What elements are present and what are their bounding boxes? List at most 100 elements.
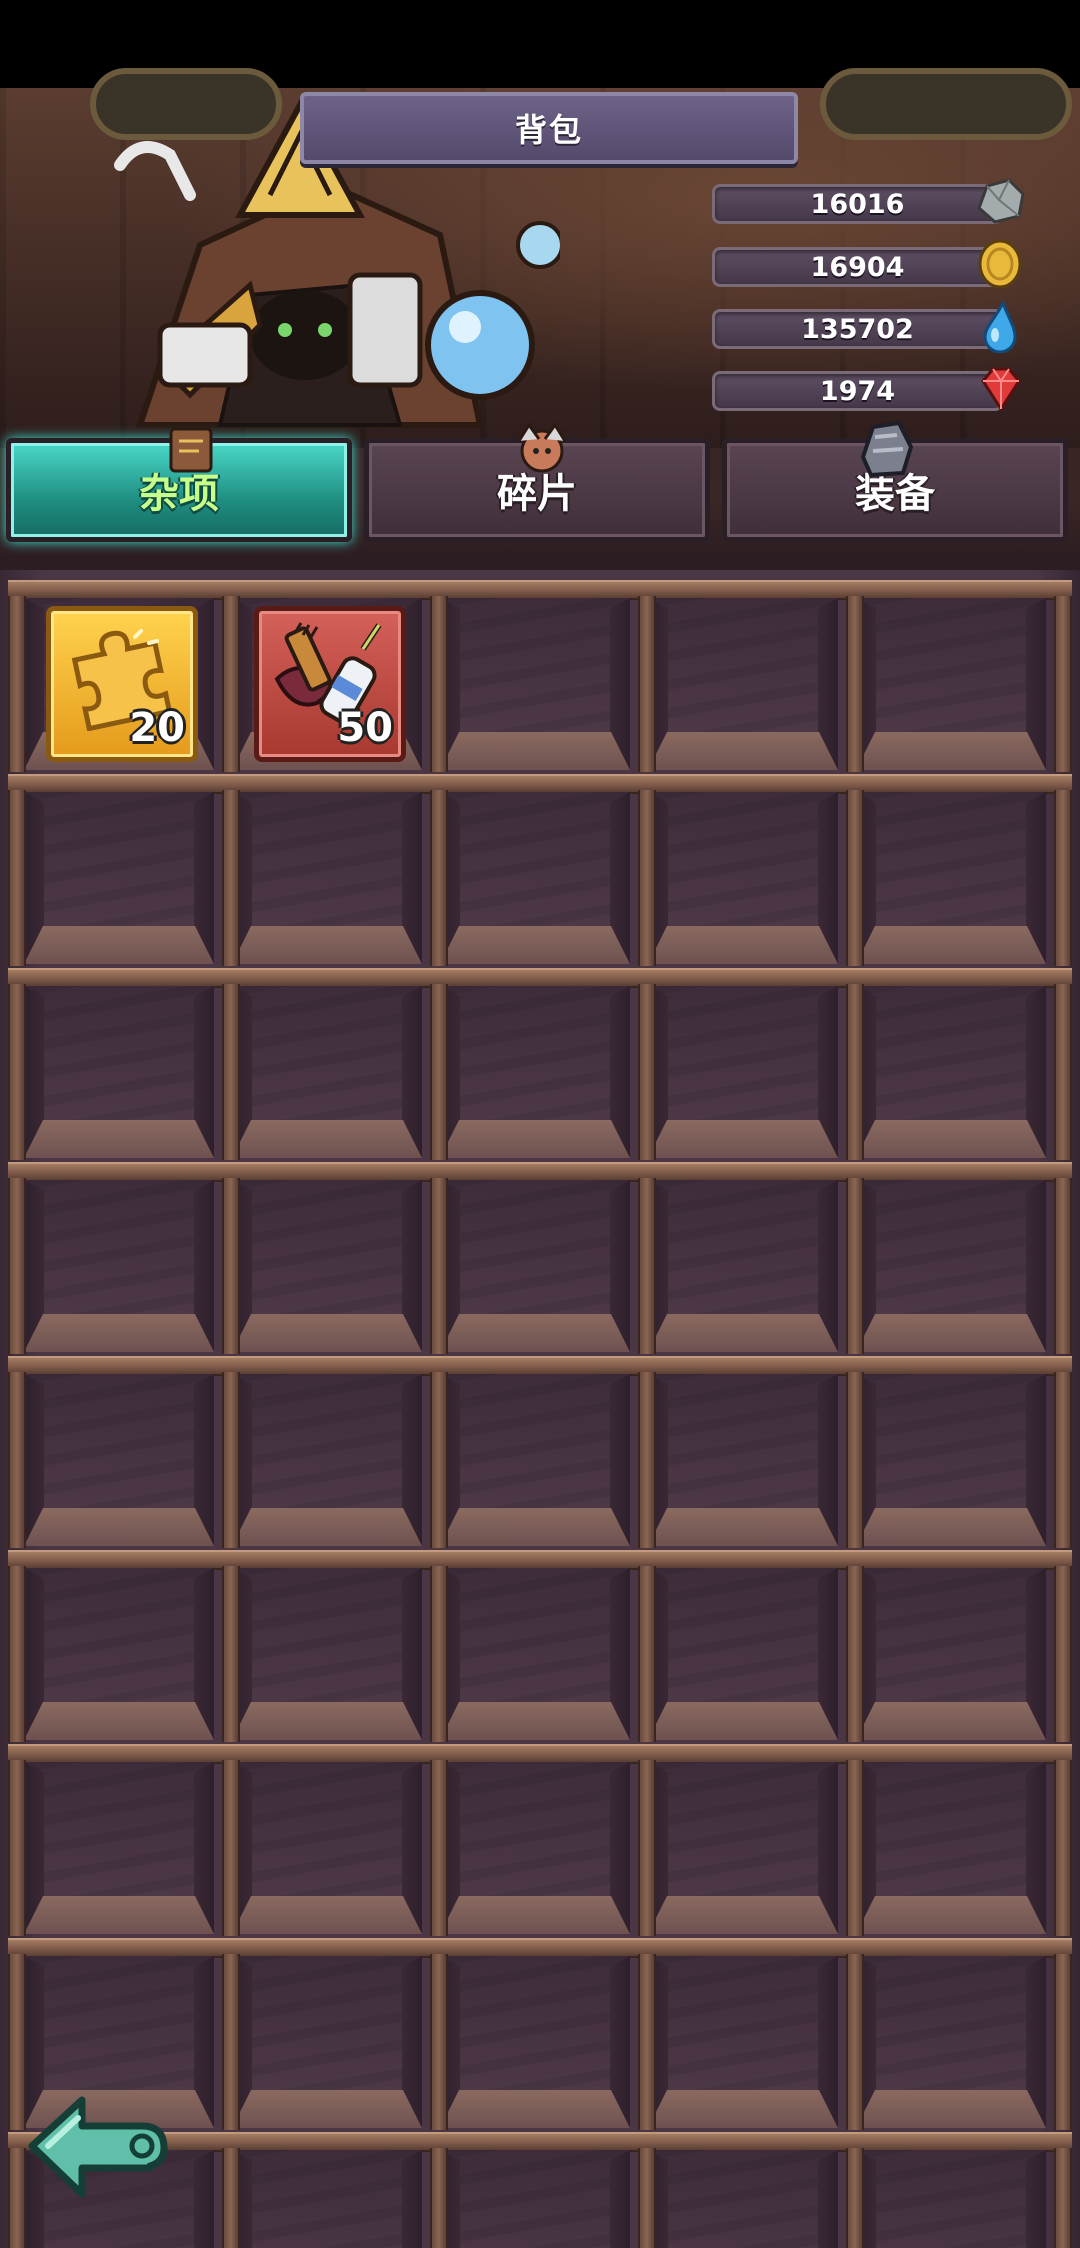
shelf-post — [638, 1372, 656, 1548]
shelf-post — [8, 1566, 26, 1742]
inventory-slot[interactable] — [856, 1956, 1046, 2128]
inventory-slot[interactable] — [440, 1374, 630, 1546]
inventory-slot[interactable] — [856, 986, 1046, 1158]
inventory-slot[interactable] — [232, 1180, 422, 1352]
shelf-post — [846, 790, 864, 966]
shelf-post — [8, 596, 26, 772]
shelf-board — [8, 1938, 1072, 1958]
inventory-slot[interactable] — [440, 1568, 630, 1740]
category-tabs: 杂项 碎片 装备 — [6, 420, 1074, 546]
inventory-slot[interactable] — [856, 598, 1046, 770]
shelf-post — [846, 1372, 864, 1548]
shelf-post — [222, 1954, 240, 2130]
currency-water: 135702 — [712, 299, 1027, 353]
shelf-post — [1054, 2148, 1072, 2248]
shelf-post — [1054, 596, 1072, 772]
shelf-post — [1054, 984, 1072, 1160]
currency-value: 16904 — [712, 247, 1003, 287]
shelf-board — [8, 1356, 1072, 1376]
inventory-slot[interactable] — [648, 598, 838, 770]
inventory-slot[interactable] — [440, 792, 630, 964]
inventory-slot[interactable] — [648, 1374, 838, 1546]
shelf-post — [430, 1760, 448, 1936]
item-quantity: 20 — [129, 705, 185, 751]
inventory-slot[interactable] — [440, 2150, 630, 2248]
shelf-board — [8, 580, 1072, 600]
shelf-post — [846, 1954, 864, 2130]
shelf-post — [430, 1566, 448, 1742]
inventory-slot[interactable] — [648, 2150, 838, 2248]
tab-misc[interactable]: 杂项 — [6, 427, 352, 542]
inventory-slot[interactable] — [24, 1374, 214, 1546]
shelf-post — [1054, 1566, 1072, 1742]
currency-gem: 1974 — [712, 367, 1027, 412]
inventory-slot[interactable] — [232, 1762, 422, 1934]
inventory-slot[interactable] — [648, 792, 838, 964]
shelf-post — [846, 1178, 864, 1354]
page-title-banner: 背包 — [300, 92, 798, 164]
tab-equipment[interactable]: 装备 — [722, 420, 1068, 542]
inventory-slot[interactable] — [648, 1762, 838, 1934]
inventory-slot[interactable] — [232, 2150, 422, 2248]
item-slot-brush-glue[interactable]: 50 — [254, 606, 406, 762]
shelf-post — [222, 984, 240, 1160]
inventory-slot[interactable] — [440, 598, 630, 770]
inventory-slot[interactable] — [856, 2150, 1046, 2248]
inventory-slot[interactable] — [648, 1180, 838, 1352]
shelf-board — [8, 1162, 1072, 1182]
shelf-post — [222, 1372, 240, 1548]
shelf-post — [846, 1760, 864, 1936]
shelf-post — [8, 790, 26, 966]
inventory-slot[interactable] — [440, 1956, 630, 2128]
inventory-slot[interactable] — [24, 1762, 214, 1934]
inventory-slot[interactable] — [856, 1762, 1046, 1934]
shelf-board — [8, 968, 1072, 988]
hero-portrait-icon — [517, 422, 567, 473]
shelf-post — [638, 790, 656, 966]
inventory-slot[interactable] — [856, 1568, 1046, 1740]
inventory-slot[interactable] — [440, 1180, 630, 1352]
inventory-slot[interactable] — [440, 986, 630, 1158]
shelf-post — [222, 596, 240, 772]
back-arrow-button[interactable] — [24, 2088, 170, 2206]
inventory-slot[interactable] — [440, 1762, 630, 1934]
shelf-post — [638, 1566, 656, 1742]
shelf-post — [222, 2148, 240, 2248]
inventory-slot[interactable] — [24, 1568, 214, 1740]
inventory-slot[interactable] — [232, 1374, 422, 1546]
shelf-post — [222, 1178, 240, 1354]
water-drop-icon — [983, 299, 1017, 353]
inventory-slot[interactable] — [648, 986, 838, 1158]
shelf-post — [846, 1566, 864, 1742]
shelf-post — [1054, 1178, 1072, 1354]
inventory-slot[interactable] — [648, 1568, 838, 1740]
inventory-slot[interactable] — [232, 986, 422, 1158]
inventory-slot[interactable] — [24, 792, 214, 964]
inventory-slot[interactable] — [232, 1568, 422, 1740]
inventory-slot[interactable] — [648, 1956, 838, 2128]
shelf-post — [430, 2148, 448, 2248]
inventory-slot[interactable] — [232, 1956, 422, 2128]
inventory-slot[interactable] — [24, 986, 214, 1158]
inventory-shelf — [0, 570, 1080, 2248]
shelf-post — [222, 1566, 240, 1742]
item-slot-puzzle[interactable]: 20 — [46, 606, 198, 762]
inventory-slot[interactable] — [232, 792, 422, 964]
tab-fragments[interactable]: 碎片 — [364, 422, 710, 542]
shelf-post — [8, 1178, 26, 1354]
shelf-post — [638, 984, 656, 1160]
currency-value: 135702 — [712, 309, 1003, 349]
shelf-board — [8, 1744, 1072, 1764]
inventory-slot[interactable] — [856, 1374, 1046, 1546]
inventory-slot[interactable] — [24, 1180, 214, 1352]
shelf-post — [430, 596, 448, 772]
shelf-post — [638, 2148, 656, 2248]
shelf-post — [430, 984, 448, 1160]
inventory-slot[interactable] — [856, 792, 1046, 964]
stone-ore-icon — [977, 178, 1025, 224]
page-title: 背包 — [514, 111, 583, 149]
inventory-slot[interactable] — [856, 1180, 1046, 1352]
shelf-post — [8, 1372, 26, 1548]
currency-value: 16016 — [712, 184, 1003, 224]
shelf-post — [430, 790, 448, 966]
